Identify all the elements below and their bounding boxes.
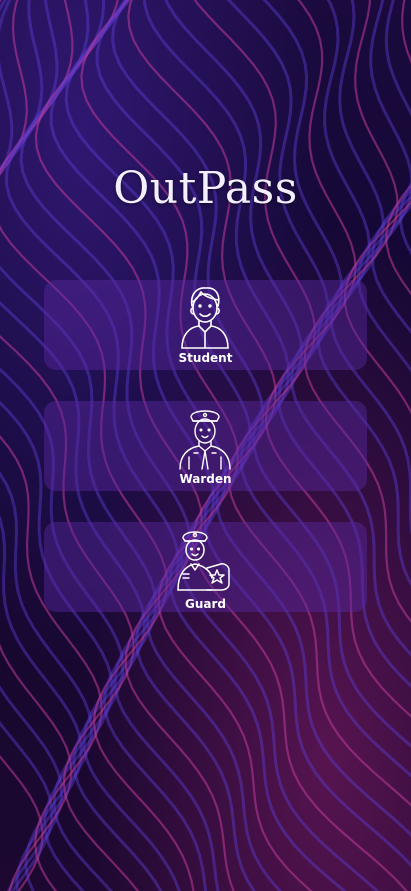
guard-label: Guard: [185, 597, 226, 611]
warden-icon: [177, 405, 233, 471]
student-role-button[interactable]: Student: [44, 280, 367, 370]
app-title: OutPass: [113, 163, 298, 214]
warden-label: Warden: [179, 472, 232, 486]
outpass-screen: OutPass Student Warden Guard: [0, 0, 411, 891]
warden-role-button[interactable]: Warden: [44, 401, 367, 491]
guard-icon: [177, 526, 233, 592]
student-icon: [177, 284, 233, 350]
guard-role-button[interactable]: Guard: [44, 522, 367, 612]
student-label: Student: [178, 351, 233, 365]
